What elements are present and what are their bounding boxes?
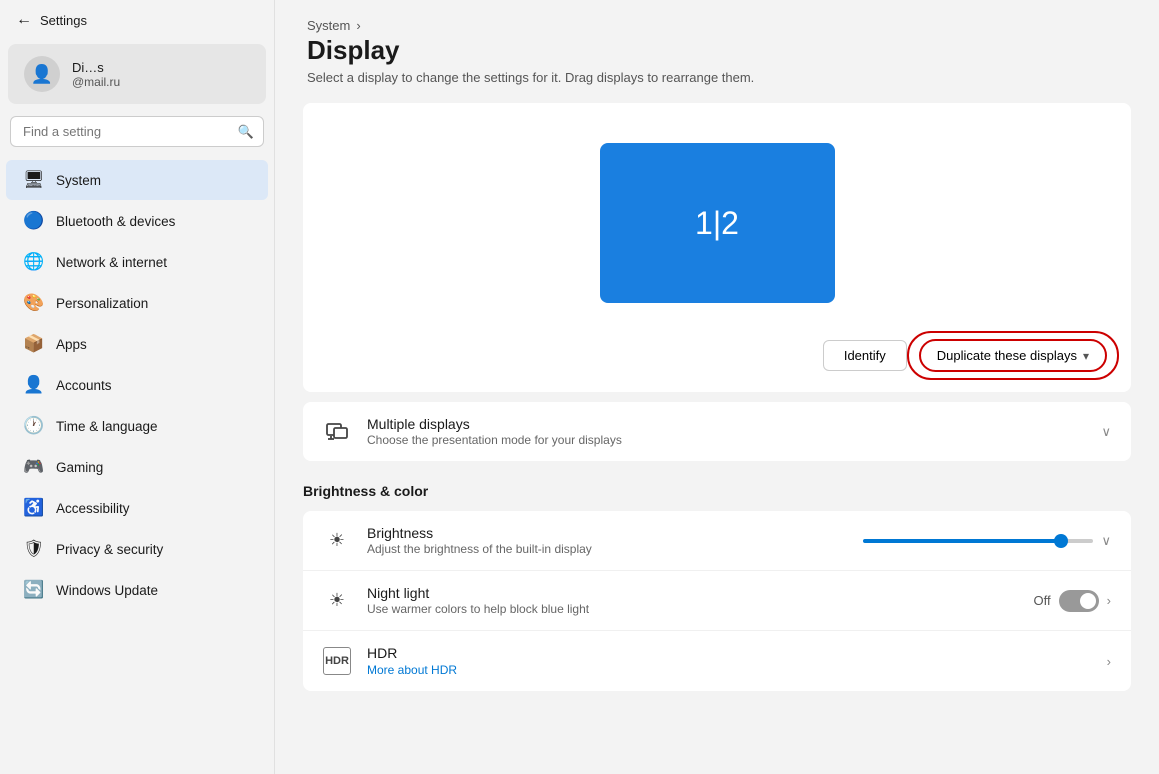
brightness-row: ☀ Brightness Adjust the brightness of th…: [303, 511, 1131, 571]
breadcrumb-separator: ›: [356, 18, 360, 33]
multiple-displays-right: ∨: [1101, 424, 1111, 440]
apps-icon: 📦: [24, 334, 44, 354]
sidebar-item-system[interactable]: 🖥 System: [6, 160, 268, 200]
system-icon: 🖥: [24, 170, 44, 190]
multiple-displays-row[interactable]: Multiple displays Choose the presentatio…: [303, 402, 1131, 461]
multiple-displays-text: Multiple displays Choose the presentatio…: [367, 416, 1085, 447]
personalization-icon: 🎨: [24, 293, 44, 313]
hdr-label: HDR: [367, 645, 1091, 661]
sidebar-item-bluetooth[interactable]: 🔵 Bluetooth & devices: [6, 201, 268, 241]
sidebar: ← Settings 👤 Di…s @mail.ru 🔍 🖥 System 🔵 …: [0, 0, 275, 774]
brightness-desc: Adjust the brightness of the built-in di…: [367, 542, 847, 556]
sidebar-item-label: Accounts: [56, 378, 112, 393]
display-panel: 1|2 Identify Duplicate these displays ▾: [303, 103, 1131, 392]
display-monitor[interactable]: 1|2: [600, 143, 835, 303]
page-subtitle: Select a display to change the settings …: [307, 70, 1127, 85]
night-light-label: Night light: [367, 585, 1018, 601]
user-panel[interactable]: 👤 Di…s @mail.ru: [8, 44, 266, 104]
user-name: Di…s: [72, 60, 120, 75]
night-light-icon: ☀: [323, 587, 351, 615]
back-button[interactable]: ←: [16, 11, 32, 29]
chevron-down-icon: ∨: [1101, 533, 1111, 549]
chevron-right-icon: ›: [1107, 593, 1111, 608]
multiple-displays-desc: Choose the presentation mode for your di…: [367, 433, 1085, 447]
breadcrumb-parent: System: [307, 18, 350, 33]
hdr-right: ›: [1107, 654, 1111, 669]
main-content: System › Display Select a display to cha…: [275, 0, 1159, 774]
sidebar-item-gaming[interactable]: 🎮 Gaming: [6, 447, 268, 487]
sidebar-item-label: Network & internet: [56, 255, 167, 270]
display-actions: Identify Duplicate these displays ▾: [327, 339, 1107, 372]
search-icon: 🔍: [238, 124, 254, 140]
sidebar-item-accessibility[interactable]: ♿ Accessibility: [6, 488, 268, 528]
sidebar-title-bar: ← Settings: [0, 0, 274, 40]
night-light-text: Night light Use warmer colors to help bl…: [367, 585, 1018, 616]
multiple-displays-icon: [323, 418, 351, 446]
duplicate-button-wrap: Duplicate these displays ▾: [919, 339, 1107, 372]
multiple-displays-label: Multiple displays: [367, 416, 1085, 432]
brightness-right: ∨: [863, 533, 1111, 549]
search-box: 🔍: [10, 116, 264, 147]
breadcrumb: System ›: [307, 18, 1127, 33]
duplicate-button[interactable]: Duplicate these displays ▾: [919, 339, 1107, 372]
night-light-row[interactable]: ☀ Night light Use warmer colors to help …: [303, 571, 1131, 631]
accounts-icon: 👤: [24, 375, 44, 395]
avatar: 👤: [24, 56, 60, 92]
sidebar-item-label: Time & language: [56, 419, 158, 434]
sidebar-item-time-language[interactable]: 🕐 Time & language: [6, 406, 268, 446]
night-light-status: Off: [1034, 593, 1051, 608]
sidebar-item-apps[interactable]: 📦 Apps: [6, 324, 268, 364]
user-info: Di…s @mail.ru: [72, 60, 120, 89]
sidebar-item-network[interactable]: 🌐 Network & internet: [6, 242, 268, 282]
network-icon: 🌐: [24, 252, 44, 272]
chevron-right-icon: ∨: [1101, 424, 1111, 440]
sidebar-item-label: Gaming: [56, 460, 103, 475]
page-title: Display: [307, 35, 1127, 66]
display-preview-area: 1|2: [327, 123, 1107, 323]
multiple-displays-panel: Multiple displays Choose the presentatio…: [303, 402, 1131, 461]
chevron-down-icon: ▾: [1083, 349, 1089, 363]
sidebar-item-privacy[interactable]: 🛡 Privacy & security: [6, 529, 268, 569]
duplicate-button-label: Duplicate these displays: [937, 348, 1077, 363]
sidebar-item-windows-update[interactable]: 🔄 Windows Update: [6, 570, 268, 610]
brightness-color-panel: ☀ Brightness Adjust the brightness of th…: [303, 511, 1131, 691]
user-email: @mail.ru: [72, 75, 120, 89]
night-light-right: Off ›: [1034, 590, 1111, 612]
sidebar-item-label: System: [56, 173, 101, 188]
accessibility-icon: ♿: [24, 498, 44, 518]
nav-list: 🖥 System 🔵 Bluetooth & devices 🌐 Network…: [0, 155, 274, 774]
sidebar-item-personalization[interactable]: 🎨 Personalization: [6, 283, 268, 323]
update-icon: 🔄: [24, 580, 44, 600]
hdr-icon: HDR: [323, 647, 351, 675]
privacy-icon: 🛡: [24, 539, 44, 559]
sidebar-item-accounts[interactable]: 👤 Accounts: [6, 365, 268, 405]
time-icon: 🕐: [24, 416, 44, 436]
brightness-label: Brightness: [367, 525, 847, 541]
hdr-row[interactable]: HDR HDR More about HDR ›: [303, 631, 1131, 691]
hdr-link[interactable]: More about HDR: [367, 663, 457, 677]
brightness-color-title: Brightness & color: [275, 469, 1159, 503]
sidebar-item-label: Personalization: [56, 296, 148, 311]
hdr-text: HDR More about HDR: [367, 645, 1091, 677]
display-monitor-label: 1|2: [695, 205, 739, 242]
brightness-text: Brightness Adjust the brightness of the …: [367, 525, 847, 556]
brightness-slider[interactable]: [863, 539, 1093, 543]
sidebar-item-label: Bluetooth & devices: [56, 214, 175, 229]
search-input[interactable]: [10, 116, 264, 147]
sidebar-item-label: Windows Update: [56, 583, 158, 598]
identify-button[interactable]: Identify: [823, 340, 907, 371]
main-header: System › Display Select a display to cha…: [275, 0, 1159, 93]
night-light-toggle[interactable]: [1059, 590, 1099, 612]
sidebar-item-label: Accessibility: [56, 501, 130, 516]
sidebar-item-label: Apps: [56, 337, 87, 352]
brightness-icon: ☀: [323, 527, 351, 555]
bluetooth-icon: 🔵: [24, 211, 44, 231]
chevron-right-icon: ›: [1107, 654, 1111, 669]
gaming-icon: 🎮: [24, 457, 44, 477]
toggle-knob: [1080, 593, 1096, 609]
night-light-desc: Use warmer colors to help block blue lig…: [367, 602, 1018, 616]
settings-title: Settings: [40, 13, 87, 28]
sidebar-item-label: Privacy & security: [56, 542, 163, 557]
